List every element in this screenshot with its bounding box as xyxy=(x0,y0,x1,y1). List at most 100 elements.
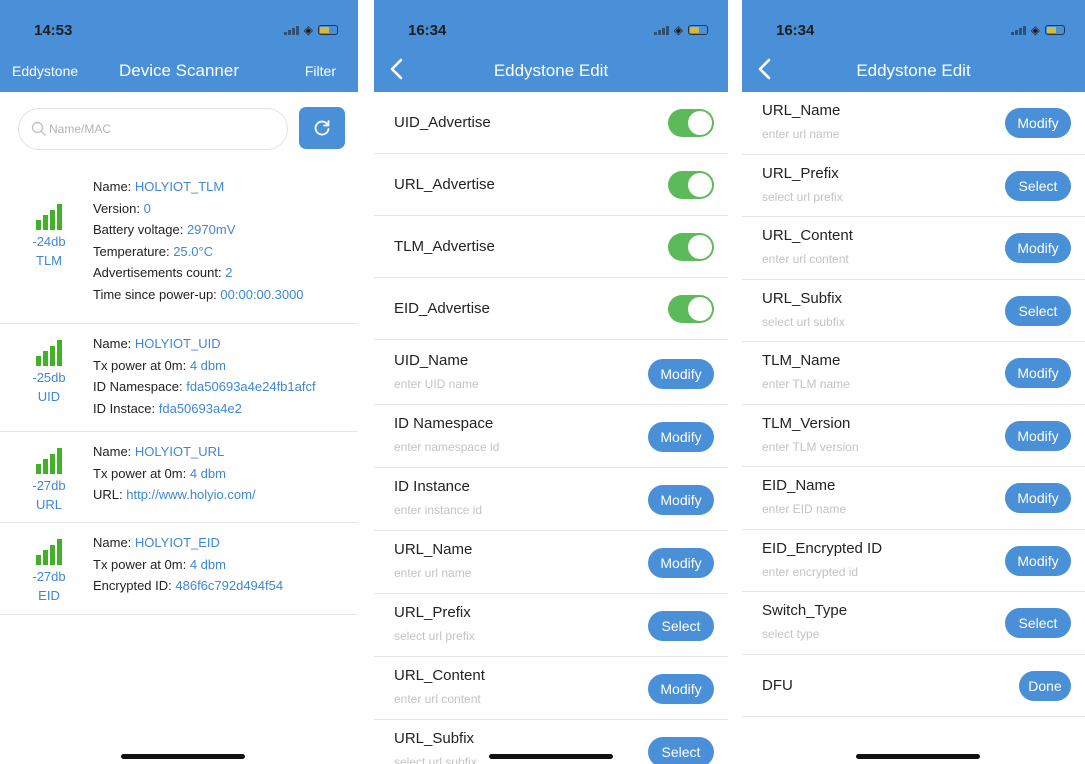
home-indicator xyxy=(856,754,980,759)
select-button[interactable]: Select xyxy=(648,736,714,764)
setting-label: EID_Advertise xyxy=(394,300,490,317)
info-label: Time since power-up: xyxy=(93,286,221,302)
setting-hint: enter encrypted id xyxy=(762,564,859,579)
filter-button[interactable]: Filter xyxy=(305,63,336,79)
info-value: 4 dbm xyxy=(189,556,226,572)
device-info: Name: HOLYIOT_UID Tx power at 0m: 4 dbm ID… xyxy=(93,333,348,419)
setting-label: EID_Encrypted ID xyxy=(762,539,883,557)
setting-hint: enter url name xyxy=(762,127,840,141)
modify-button[interactable]: Modify xyxy=(1005,483,1071,514)
signal-bar xyxy=(43,351,48,366)
signal-bar xyxy=(50,210,55,230)
modify-button[interactable]: Modify xyxy=(1005,233,1071,264)
advertise-toggle[interactable] xyxy=(668,109,714,137)
refresh-button[interactable] xyxy=(299,107,345,149)
info-label: Version: xyxy=(93,200,144,216)
select-button[interactable]: Select xyxy=(648,610,714,641)
select-button[interactable]: Select xyxy=(1005,295,1071,326)
info-label: Name: xyxy=(93,444,135,459)
setting-hint: enter UID name xyxy=(394,377,479,391)
done-button[interactable]: Done xyxy=(1019,670,1071,701)
signal-bar xyxy=(57,340,62,366)
info-value: fda50693a4e24fb1afcf xyxy=(186,379,316,394)
setting-hint: select url subfix xyxy=(394,755,477,764)
setting-hint: enter url content xyxy=(762,252,849,266)
cellular-signal-icon xyxy=(653,26,669,35)
modify-button[interactable]: Modify xyxy=(1005,545,1071,576)
setting-label: ID Namespace xyxy=(394,415,494,432)
search-placeholder: Name/MAC xyxy=(49,122,112,136)
device-info-line: Tx power at 0m: 4 dbm xyxy=(93,463,348,485)
device-row[interactable]: -27db URL Name: HOLYIOT_URL Tx power at 0m:… xyxy=(0,432,358,523)
battery-icon xyxy=(1045,25,1065,35)
signal-column: -24db TLM xyxy=(18,204,80,268)
home-indicator xyxy=(489,754,613,759)
device-row[interactable]: -25db UID Name: HOLYIOT_UID Tx power at 0m:… xyxy=(0,324,358,432)
signal-strength-icon xyxy=(18,204,80,230)
device-info-line: ID Namespace: fda50693a4e24fb1afcf xyxy=(93,376,348,398)
select-button[interactable]: Select xyxy=(1005,170,1071,201)
modify-button[interactable]: Modify xyxy=(648,484,714,515)
signal-bar xyxy=(57,204,62,230)
device-row[interactable]: -27db EID Name: HOLYIOT_EID Tx power at 0m:… xyxy=(0,523,358,615)
device-info-line: Battery voltage: 2970mV xyxy=(93,219,348,241)
setting-hint: enter EID name xyxy=(762,502,847,516)
signal-column: -25db UID xyxy=(18,340,80,404)
modify-button[interactable]: Modify xyxy=(1005,420,1071,451)
device-info: Name: HOLYIOT_EID Tx power at 0m: 4 dbm En… xyxy=(93,532,348,597)
search-input[interactable]: Name/MAC xyxy=(18,108,288,150)
search-icon xyxy=(31,121,46,136)
signal-bar xyxy=(36,555,41,565)
device-info-line: URL: http://www.holyio.com/ xyxy=(93,484,348,506)
setting-label: UID_Name xyxy=(394,352,469,369)
setting-label: URL_Subfix xyxy=(762,289,843,307)
device-row[interactable]: -24db TLM Name: HOLYIOT_TLM Version: 0 Batte… xyxy=(0,168,358,324)
setting-label: URL_Advertise xyxy=(394,176,495,193)
signal-bar xyxy=(36,464,41,474)
setting-row-url-content: enter url content URL_Content Modify xyxy=(742,217,1085,280)
navigation-bar: 16:34 ◈ Eddystone Edit xyxy=(374,0,728,92)
rssi-value: -25db xyxy=(32,370,66,385)
device-info-line: Encrypted ID: 486f6c792d494f54 xyxy=(93,575,348,597)
device-info-line: Name: HOLYIOT_TLM xyxy=(93,176,348,198)
info-value: 486f6c792d494f54 xyxy=(175,578,284,593)
frame-type: UID xyxy=(37,389,61,404)
select-button[interactable]: Select xyxy=(1005,608,1071,639)
info-label: Encrypted ID: xyxy=(93,578,176,593)
device-scanner-screen: 14:53 ◈ Eddystone Device Scanner Filter … xyxy=(0,0,358,764)
status-icons: ◈ xyxy=(283,24,338,36)
toggle-row-tlm-advertise: TLM_Advertise xyxy=(374,216,728,278)
setting-hint: enter instance id xyxy=(394,503,483,517)
status-time: 16:34 xyxy=(408,22,447,39)
advertise-toggle[interactable] xyxy=(668,295,714,323)
modify-button[interactable]: Modify xyxy=(1005,108,1071,139)
navigation-bar: 14:53 ◈ Eddystone Device Scanner Filter xyxy=(0,0,358,92)
setting-hint: enter TLM version xyxy=(762,439,859,454)
device-info: Name: HOLYIOT_URL Tx power at 0m: 4 dbm UR… xyxy=(93,441,348,506)
setting-row-tlm-version: enter TLM version TLM_Version Modify xyxy=(742,405,1085,467)
modify-button[interactable]: Modify xyxy=(648,358,714,389)
advertise-toggle[interactable] xyxy=(668,233,714,261)
modify-button[interactable]: Modify xyxy=(648,673,714,704)
setting-label: URL_Content xyxy=(394,667,485,684)
info-label: Tx power at 0m: xyxy=(93,465,190,481)
info-value: fda50693a4e2 xyxy=(158,400,242,416)
modify-button[interactable]: Modify xyxy=(648,547,714,578)
signal-bar xyxy=(43,550,48,565)
modify-button[interactable]: Modify xyxy=(648,421,714,452)
signal-bar xyxy=(43,459,48,474)
signal-column: -27db EID xyxy=(18,539,80,603)
battery-icon xyxy=(318,25,338,35)
rssi-value: -27db xyxy=(32,569,66,584)
setting-hint: select url subfix xyxy=(762,314,845,329)
device-info-line: Name: HOLYIOT_UID xyxy=(93,333,348,355)
eddystone-edit-screen: 16:34 ◈ Eddystone Edit UID_Advertise URL_… xyxy=(374,0,728,764)
modify-button[interactable]: Modify xyxy=(1005,358,1071,389)
cellular-signal-icon xyxy=(1010,26,1026,35)
toggle-knob xyxy=(688,173,712,197)
device-info-line: Name: HOLYIOT_EID xyxy=(93,532,348,554)
info-label: Name: xyxy=(93,535,135,550)
toggle-row-uid-advertise: UID_Advertise xyxy=(374,92,728,154)
advertise-toggle[interactable] xyxy=(668,171,714,199)
info-value: 4 dbm xyxy=(189,465,226,481)
